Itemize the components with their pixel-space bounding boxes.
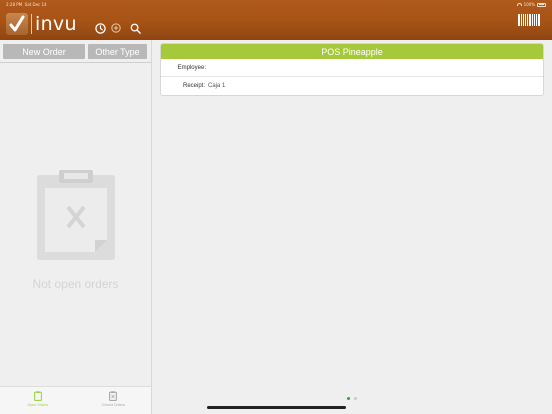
plus-circle-icon[interactable] bbox=[110, 22, 122, 34]
employee-label: Employee: bbox=[177, 64, 206, 71]
receipt-value: Caja 1 bbox=[208, 83, 226, 89]
battery-percent: 100% bbox=[523, 2, 535, 7]
status-time-date: 2:28 PM Sat Dec 14 bbox=[6, 2, 47, 7]
brand-name: invu bbox=[35, 13, 77, 35]
employee-row[interactable]: Employee: bbox=[161, 59, 543, 77]
empty-orders-text: Not open orders bbox=[32, 277, 119, 291]
receipt-row[interactable]: Receipt: Caja 1 bbox=[161, 77, 543, 95]
tab-closed-orders[interactable]: Closed Orders bbox=[76, 387, 152, 414]
home-indicator[interactable] bbox=[207, 406, 346, 409]
tab-closed-orders-label: Closed Orders bbox=[101, 403, 125, 407]
wifi-icon bbox=[516, 3, 522, 6]
other-type-button[interactable]: Other Type bbox=[88, 44, 147, 59]
new-order-button[interactable]: New Order bbox=[3, 44, 85, 59]
pos-card: POS Pineapple Employee: Receipt: Caja 1 bbox=[160, 43, 544, 96]
battery-icon bbox=[537, 2, 546, 7]
top-bar: 2:28 PM Sat Dec 14 100% invu bbox=[0, 0, 552, 40]
clock-icon[interactable] bbox=[94, 22, 106, 34]
empty-clipboard-icon bbox=[37, 170, 115, 260]
orders-sidebar: New Order Other Type Not open orders Ope… bbox=[0, 40, 152, 414]
page-indicator bbox=[347, 397, 357, 400]
page-dot-1[interactable] bbox=[347, 397, 350, 400]
orders-tab-bar: Open Orders Closed Orders bbox=[0, 386, 151, 414]
pos-card-title: POS Pineapple bbox=[161, 44, 543, 59]
tab-open-orders-label: Open Orders bbox=[27, 403, 49, 407]
logo-icon bbox=[6, 13, 28, 35]
status-right: 100% bbox=[516, 2, 546, 7]
status-time: 2:28 PM bbox=[6, 2, 23, 7]
sidebar-divider bbox=[0, 62, 151, 63]
search-icon[interactable] bbox=[129, 22, 141, 34]
logo-divider bbox=[31, 14, 32, 34]
page-dot-2[interactable] bbox=[354, 397, 357, 400]
receipt-label: Receipt: bbox=[182, 83, 205, 89]
open-orders-icon bbox=[33, 391, 42, 401]
barcode-icon[interactable] bbox=[518, 14, 540, 26]
closed-orders-icon bbox=[109, 391, 118, 401]
tab-open-orders[interactable]: Open Orders bbox=[0, 387, 76, 414]
status-date: Sat Dec 14 bbox=[24, 2, 47, 7]
